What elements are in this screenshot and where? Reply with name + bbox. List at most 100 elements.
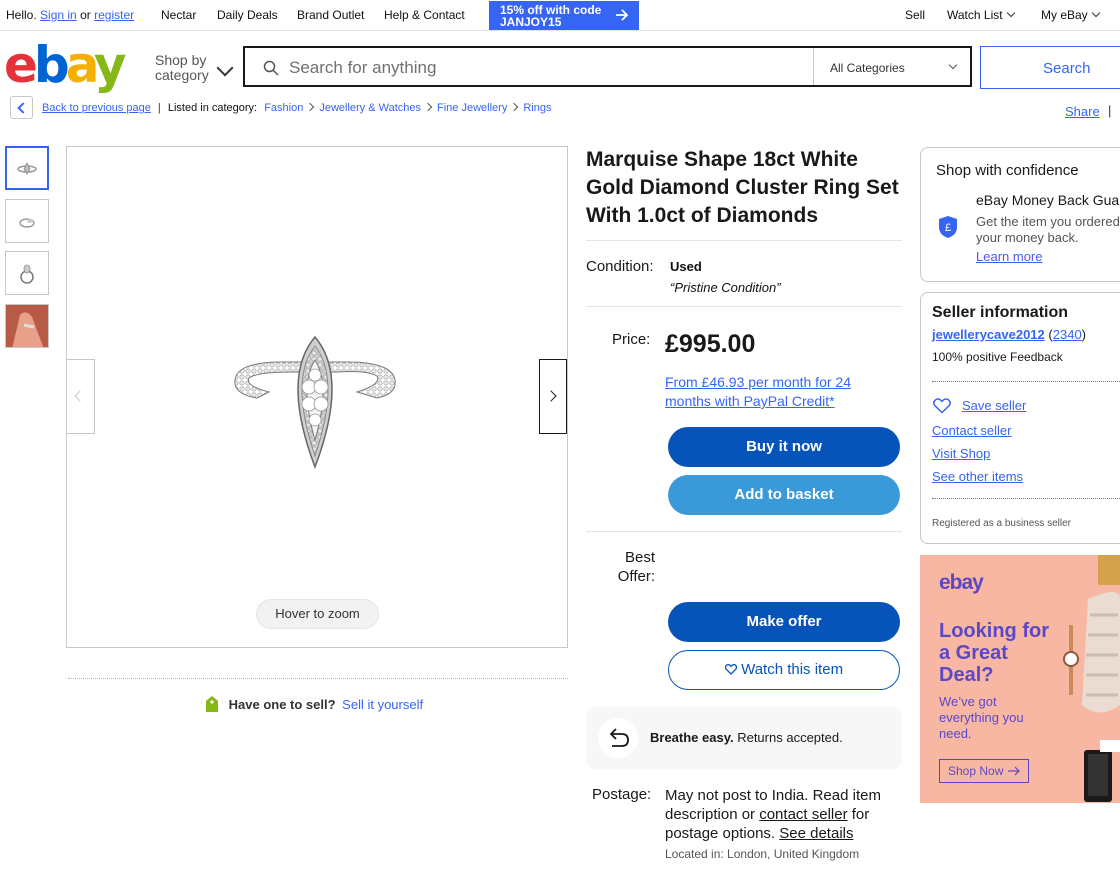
chevron-left-icon [17,102,29,114]
confidence-panel: Shop with confidence £ eBay Money Back G… [920,147,1120,282]
chevron-down-icon [1006,8,1015,18]
visit-shop-link[interactable]: Visit Shop [932,446,990,461]
separator: | [157,102,161,114]
greeting: Hello. Sign in or register [6,8,134,22]
previous-image-button[interactable] [67,359,95,434]
heart-icon [724,663,738,675]
buy-it-now-button[interactable]: Buy it now [668,427,900,467]
thumbnail-3[interactable] [5,251,49,295]
divider [932,381,1120,382]
contact-seller-link[interactable]: Contact seller [932,423,1011,438]
watch-list-menu[interactable]: Watch List [947,8,1015,22]
back-button[interactable] [10,96,33,119]
divider [586,240,902,241]
search-icon [263,60,279,76]
make-offer-button[interactable]: Make offer [668,602,900,642]
daily-deals-link[interactable]: Daily Deals [217,8,278,22]
feedback-score-link[interactable]: 2340 [1053,327,1082,342]
my-ebay-label: My eBay [1041,8,1088,22]
ring-side-thumbnail-image [19,218,35,228]
heart-icon[interactable] [933,398,951,414]
help-contact-link[interactable]: Help & Contact [384,8,465,22]
chevron-right-icon [545,390,557,402]
share-link[interactable]: Share [1065,104,1100,119]
or-text: or [80,8,91,22]
search-button[interactable]: Search [980,46,1120,89]
item-location: Located in: London, United Kingdom [665,847,860,861]
chevron-down-icon [948,60,958,70]
paypal-credit-link[interactable]: From £46.93 per month for 24 months with… [665,373,880,411]
register-link[interactable]: register [94,8,134,22]
advertisement-banner[interactable]: ebay Looking for a Great Deal? We’ve got… [920,555,1120,803]
chevron-right-icon [510,102,519,112]
item-title: Marquise Shape 18ct White Gold Diamond C… [586,148,899,227]
learn-more-link[interactable]: Learn more [976,249,1042,264]
thumbnail-4[interactable] [5,304,49,348]
divider [68,678,568,680]
search-bar: All Categories [243,46,972,87]
main-image-viewer[interactable]: Hover to zoom [66,146,568,648]
watch-item-label: Watch this item [741,661,844,678]
ad-product-collage-image [1063,555,1120,802]
contact-seller-postage-link[interactable]: contact seller [759,806,847,823]
price-label: Price: [612,331,651,348]
back-to-previous-link[interactable]: Back to previous page [42,102,151,114]
breadcrumb-item-jewellery-watches[interactable]: Jewellery & Watches [319,102,421,114]
thumbnail-1[interactable] [5,146,49,190]
see-other-items-link[interactable]: See other items [932,469,1023,484]
have-one-text: Have one to sell? [228,697,336,712]
promo-text: 15% off with code JANJOY15 [500,3,602,29]
returns-bold: Breathe easy. [650,730,734,745]
chevron-right-icon [306,102,315,112]
returns-rest: Returns accepted. [733,730,843,745]
chevron-down-icon[interactable] [216,59,234,77]
chevron-left-icon [74,390,86,402]
seller-name-link[interactable]: jewellerycave2012 [932,327,1045,342]
arrow-right-icon [616,9,629,21]
ad-shop-now-button[interactable]: Shop Now [939,759,1029,783]
greeting-text: Hello. [6,8,37,22]
save-seller-link[interactable]: Save seller [962,398,1026,413]
sell-it-yourself-link[interactable]: Sell it yourself [342,697,423,712]
shop-by-category[interactable]: Shop by category [155,53,211,83]
divider [586,306,902,307]
breadcrumb-item-fashion[interactable]: Fashion [264,102,303,114]
nectar-link[interactable]: Nectar [161,8,196,22]
sell-promo: Have one to sell? Sell it yourself [205,695,423,713]
condition-note: “Pristine Condition” [670,280,781,295]
returns-text: Breathe easy. Returns accepted. [650,730,843,745]
thumbnail-2[interactable] [5,199,49,243]
watch-item-button[interactable]: Watch this item [668,650,900,690]
my-ebay-menu[interactable]: My eBay [1041,8,1100,22]
sign-in-link[interactable]: Sign in [40,8,77,22]
positive-feedback: 100% positive Feedback [932,350,1063,364]
search-input[interactable] [287,50,851,86]
postage-info: May not post to India. Read item descrip… [665,786,895,843]
ring-thumbnail-image [17,162,37,175]
confidence-heading: Shop with confidence [936,162,1079,179]
category-select[interactable]: All Categories [813,48,973,85]
promo-banner[interactable]: 15% off with code JANJOY15 [489,1,639,30]
returns-icon-wrap [598,718,638,758]
chevron-right-icon [423,102,433,112]
seller-name-row: jewellerycave2012 (2340) [932,327,1087,342]
return-arrow-icon [609,728,629,747]
see-details-link[interactable]: See details [779,825,853,842]
breadcrumb-item-fine-jewellery[interactable]: Fine Jewellery [437,102,507,114]
ebay-logo[interactable]: ebay [4,38,126,94]
guarantee-text: Get the item you ordered or your money b… [976,214,1120,245]
separator: | [1108,103,1112,118]
svg-text:ebay: ebay [4,38,126,94]
breadcrumb-item-rings[interactable]: Rings [523,102,551,114]
next-image-button[interactable] [539,359,567,434]
watch-list-label: Watch List [947,8,1003,22]
sell-link[interactable]: Sell [905,8,925,22]
seller-heading: Seller information [932,304,1069,321]
seller-panel: Seller information jewellerycave2012 (23… [920,292,1120,544]
top-navigation-bar: Hello. Sign in or register Nectar Daily … [0,0,1120,31]
add-to-basket-button[interactable]: Add to basket [668,475,900,515]
price-value: £995.00 [665,330,756,358]
svg-text:£: £ [945,222,951,234]
brand-outlet-link[interactable]: Brand Outlet [297,8,364,22]
ring-product-image [234,335,396,470]
